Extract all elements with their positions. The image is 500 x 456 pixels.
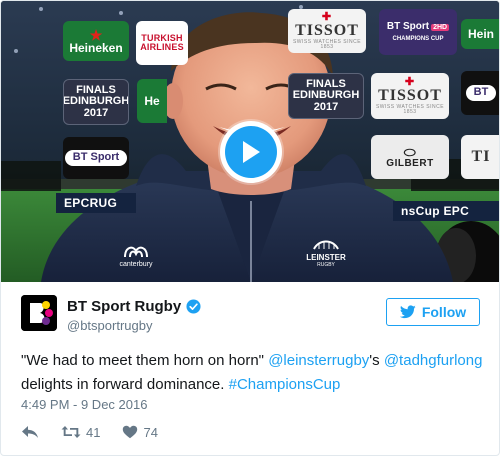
bt-label-right: BT xyxy=(465,85,497,101)
tweet-text-quote: "We had to meet them horn on horn" xyxy=(21,352,269,369)
verified-badge-icon xyxy=(186,299,201,314)
like-count[interactable]: 74 xyxy=(143,425,157,440)
display-name-text[interactable]: BT Sport Rugby xyxy=(67,298,181,315)
tissot-label-right: TI xyxy=(471,147,491,165)
follow-button[interactable]: Follow xyxy=(386,298,480,326)
tweet-text-body: delights in forward dominance. xyxy=(21,376,229,393)
gilbert-board: ⬭ GILBERT xyxy=(371,135,449,179)
bt-hd-badge: 2HD xyxy=(431,24,450,32)
harp-icon xyxy=(313,240,339,250)
finals-edinburgh-board-left: FINALS EDINBURGH 2017 xyxy=(63,79,129,125)
tweet-card: ★ Heineken TURKISH AIRLINES ✚ TISSOT SWI… xyxy=(0,0,500,456)
play-button[interactable] xyxy=(220,121,282,183)
bt-sport-champions-board: BT Sport 2HD CHAMPIONS CUP xyxy=(379,9,457,55)
heineken-board-right: Hein xyxy=(461,19,499,49)
hashtag-link-championscup[interactable]: #ChampionsCup xyxy=(229,376,341,393)
tweet-text: "We had to meet them horn on horn" @lein… xyxy=(21,349,483,397)
heineken-label: Heineken xyxy=(69,40,123,55)
heart-icon[interactable] xyxy=(122,425,138,439)
tweet-text-possessive: 's xyxy=(369,352,384,369)
canterbury-logo: canterbury xyxy=(113,243,159,268)
champions-cup-label: CHAMPIONS CUP xyxy=(392,35,444,42)
tissot-label: TISSOT xyxy=(378,86,442,104)
bt-sport-label: BT Sport xyxy=(386,21,430,33)
tissot-board-2: ✚ TISSOT SWISS WATCHES SINCE 1853 xyxy=(371,73,449,119)
retweet-icon[interactable] xyxy=(61,425,81,439)
avatar[interactable] xyxy=(21,295,57,331)
tissot-label: TISSOT xyxy=(295,21,359,39)
gilbert-ball-icon: ⬭ xyxy=(403,143,417,160)
tweet-author: BT Sport Rugby @btsportrugby Follow xyxy=(21,295,481,335)
heineken-board: ★ Heineken xyxy=(63,21,129,61)
tissot-tagline: SWISS WATCHES SINCE 1853 xyxy=(292,38,362,50)
bt-sport-logo-icon xyxy=(21,295,57,331)
heineken-label-small: He xyxy=(144,93,160,108)
tissot-board: ✚ TISSOT SWISS WATCHES SINCE 1853 xyxy=(288,9,366,53)
turkish-airlines-label: TURKISH AIRLINES xyxy=(140,32,184,52)
video-player[interactable]: ★ Heineken TURKISH AIRLINES ✚ TISSOT SWI… xyxy=(1,1,499,282)
heineken-label-right: Hein xyxy=(467,26,494,41)
gilbert-label: GILBERT xyxy=(386,157,434,169)
leinster-sub-label: RUGBY xyxy=(317,262,335,268)
like-button[interactable]: 74 xyxy=(122,425,158,440)
canterbury-icon xyxy=(124,246,148,258)
display-name[interactable]: BT Sport Rugby xyxy=(67,298,201,315)
tissot-board-right: TI xyxy=(461,135,499,179)
epcr-strip-right: nsCup EPC xyxy=(393,201,499,221)
leinster-logo: LEINSTER RUGBY xyxy=(301,237,351,268)
tweet-actions: 41 74 xyxy=(21,422,180,442)
reply-icon[interactable] xyxy=(21,425,39,439)
reply-button[interactable] xyxy=(21,425,39,439)
finals-edinburgh-board: FINALS EDINBURGH 2017 xyxy=(288,73,364,119)
play-button-circle[interactable] xyxy=(225,126,277,178)
follow-label[interactable]: Follow xyxy=(422,304,466,320)
retweet-button[interactable]: 41 xyxy=(61,425,100,440)
bt-board-right: BT xyxy=(461,71,499,115)
star-icon: ★ xyxy=(89,26,103,43)
play-icon[interactable] xyxy=(240,139,262,165)
bt-sport-board: BT Sport xyxy=(63,137,129,179)
retweet-count[interactable]: 41 xyxy=(86,425,100,440)
turkish-airlines-board: TURKISH AIRLINES xyxy=(136,21,188,65)
tissot-tagline: SWISS WATCHES SINCE 1853 xyxy=(375,103,445,115)
mention-link-tadhgfurlong[interactable]: @tadhgfurlong xyxy=(384,352,483,369)
user-handle[interactable]: @btsportrugby xyxy=(67,318,152,333)
bt-sport-pill: BT Sport xyxy=(64,150,128,166)
epcr-label-right: nsCup EPC xyxy=(401,204,470,218)
year-label: 2017 xyxy=(83,106,109,119)
tweet-timestamp[interactable]: 4:49 PM - 9 Dec 2016 xyxy=(21,397,147,412)
epcr-strip-left: EPCRUG xyxy=(56,193,136,213)
leinster-label: LEINSTER xyxy=(306,253,346,262)
epcr-label-left: EPCRUG xyxy=(64,196,118,210)
mention-link-leinsterrugby[interactable]: @leinsterrugby xyxy=(268,352,369,369)
heineken-board-small: He xyxy=(137,79,167,123)
canterbury-label: canterbury xyxy=(119,261,153,268)
year-label: 2017 xyxy=(313,100,339,113)
twitter-bird-icon xyxy=(399,305,416,319)
